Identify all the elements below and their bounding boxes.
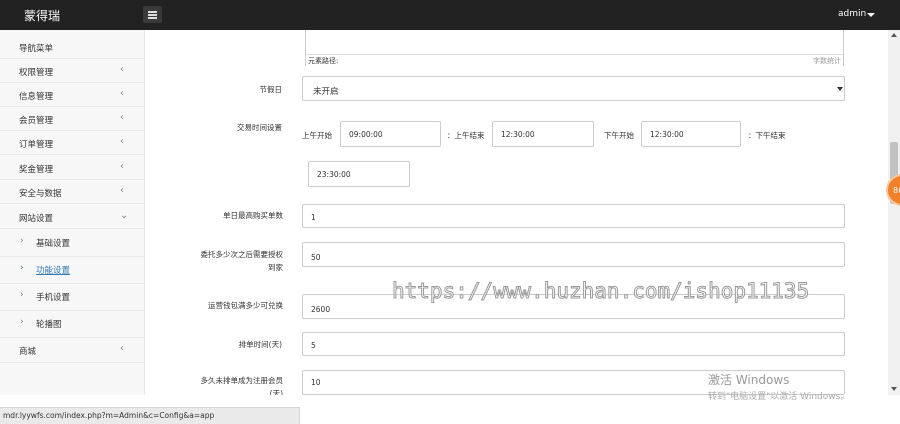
sidebar-item-bonus[interactable]: 奖金管理 ‹	[0, 156, 144, 180]
sidebar: 导航菜单 权限管理 ‹ 信息管理 ‹ 会员管理 ‹ 订单管理 ‹ 奖金管理 ‹ …	[0, 30, 145, 395]
holiday-select[interactable]: 未开启	[302, 76, 845, 101]
sidebar-item-label: 奖金管理	[19, 165, 54, 175]
chevron-left-icon: ‹	[120, 88, 124, 99]
sidebar-item-site-settings[interactable]: 网站设置 ⌄	[0, 205, 144, 229]
menu-toggle-icon[interactable]	[143, 6, 162, 23]
chevron-left-icon: ‹	[120, 112, 124, 123]
pm-end-label: ：下午结束	[748, 131, 786, 140]
chevron-left-icon: ‹	[120, 185, 124, 196]
daily-max-label: 单日最高购买单数	[223, 211, 283, 220]
chevron-right-icon: ›	[20, 317, 24, 327]
queue-label: 排单时间(天)	[238, 340, 282, 349]
badge-count: 86	[893, 186, 900, 195]
settings-form: 元素路径: 字数统计 节假日 未开启 交易时间设置 上午开始 09:00:00 …	[145, 30, 888, 398]
pm-start-label: 下午开始	[604, 131, 634, 140]
caret-down-icon	[837, 87, 843, 91]
sidebar-item-label: 网站设置	[19, 214, 54, 224]
chevron-right-icon: ›	[20, 290, 24, 300]
am-start-label: 上午开始	[302, 131, 332, 140]
windows-activation-title: 激活 Windows	[708, 373, 790, 387]
sidebar-header: 导航菜单	[0, 35, 144, 59]
brand-title[interactable]: 蒙得瑞	[24, 7, 60, 24]
sidebar-item-label: 商城	[19, 347, 37, 357]
element-path: 元素路径:	[308, 57, 339, 65]
chevron-left-icon: ‹	[120, 343, 124, 354]
rich-text-editor[interactable]: 元素路径: 字数统计	[305, 30, 844, 66]
holiday-label: 节假日	[259, 85, 283, 94]
sidebar-item-security[interactable]: 安全与数据 ‹	[0, 180, 144, 204]
sidebar-item-mall[interactable]: 商城 ‹	[0, 338, 144, 363]
chevron-down-icon: ⌄	[120, 210, 129, 221]
scroll-up-arrow-icon[interactable]	[891, 33, 897, 37]
editor-footer: 元素路径: 字数统计	[306, 54, 843, 66]
sidebar-item-members[interactable]: 会员管理 ‹	[0, 107, 144, 131]
wallet-label: 运营钱包满多少可兑换	[208, 301, 283, 310]
sidebar-subitem-function[interactable]: › 功能设置	[0, 257, 144, 284]
queue-input[interactable]: 5	[302, 332, 845, 356]
sidebar-item-label: 手机设置	[36, 293, 71, 303]
sidebar-item-label: 会员管理	[19, 116, 54, 126]
sidebar-subitem-basic[interactable]: › 基础设置	[0, 230, 144, 257]
chevron-left-icon: ‹	[120, 161, 124, 172]
hosting-label-line2: 到家	[268, 263, 283, 272]
chevron-right-icon: ›	[20, 263, 24, 273]
hosting-label-line1: 委托多少次之后需要授权	[200, 250, 284, 259]
browser-status-bar: mdr.lyywfs.com/index.php?m=Admin&c=Confi…	[0, 407, 300, 424]
am-end-label: ：上午结束	[447, 131, 485, 140]
hosting-input[interactable]: 50	[302, 242, 845, 267]
chevron-left-icon: ‹	[120, 136, 124, 147]
sidebar-title: 导航菜单	[19, 44, 54, 54]
user-menu[interactable]: admin	[838, 9, 866, 19]
daily-max-input[interactable]: 1	[302, 204, 845, 228]
register-label-line1: 多久未排单成为注册会员	[200, 376, 284, 385]
sidebar-subitem-carousel[interactable]: › 轮播图	[0, 311, 144, 338]
scroll-down-arrow-icon[interactable]	[891, 387, 897, 391]
sidebar-item-label: 安全与数据	[19, 189, 62, 199]
pm-start-input[interactable]: 12:30:00	[641, 121, 741, 147]
sidebar-item-label: 基础设置	[36, 239, 71, 249]
holiday-selected-value: 未开启	[313, 87, 339, 97]
chevron-right-icon: ›	[20, 236, 24, 246]
sidebar-item-label: 功能设置	[36, 266, 71, 276]
top-navbar: 蒙得瑞 admin	[0, 0, 900, 30]
chevron-left-icon: ‹	[120, 64, 124, 75]
am-start-input[interactable]: 09:00:00	[340, 121, 441, 147]
windows-activation-subtitle: 转到"电脑设置"以激活 Windows。	[708, 392, 850, 402]
am-end-input[interactable]: 12:30:00	[492, 121, 594, 147]
page-scrollbar[interactable]	[888, 30, 900, 395]
sidebar-item-permissions[interactable]: 权限管理 ‹	[0, 59, 144, 83]
trade-time-label: 交易时间设置	[237, 123, 282, 132]
sidebar-item-label: 订单管理	[19, 140, 54, 150]
pm-end-input[interactable]: 23:30:00	[308, 161, 410, 187]
watermark-text: https://www.huzhan.com/ishop11135	[391, 279, 810, 304]
sidebar-item-label: 轮播图	[36, 320, 62, 330]
sidebar-subitem-mobile[interactable]: › 手机设置	[0, 284, 144, 311]
caret-down-icon[interactable]	[867, 13, 875, 17]
sidebar-item-label: 信息管理	[19, 92, 54, 102]
sidebar-item-info[interactable]: 信息管理 ‹	[0, 83, 144, 107]
status-url: mdr.lyywfs.com/index.php?m=Admin&c=Confi…	[3, 411, 215, 420]
sidebar-item-label: 权限管理	[19, 68, 54, 78]
sidebar-item-orders[interactable]: 订单管理 ‹	[0, 131, 144, 155]
word-count: 字数统计	[813, 57, 841, 65]
